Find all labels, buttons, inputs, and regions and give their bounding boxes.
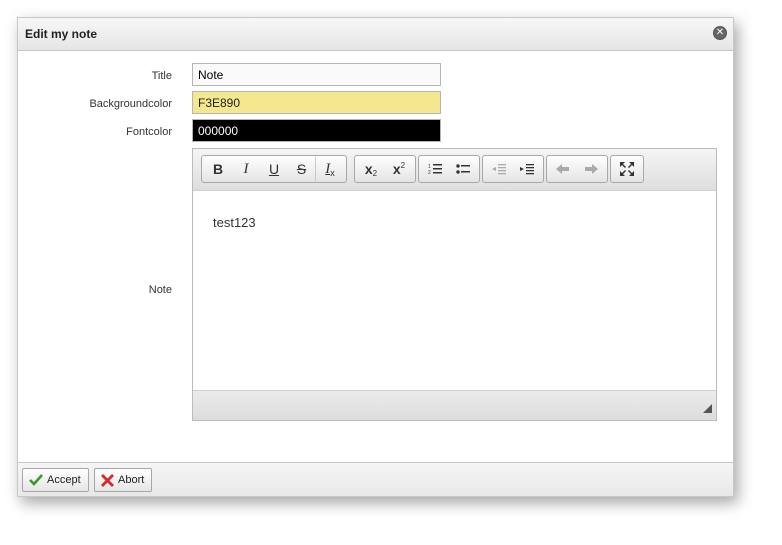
decrease-indent-icon [492,164,506,175]
bulleted-list-icon [456,164,470,174]
abort-button[interactable]: Abort [94,468,153,492]
underline-icon: U [268,161,280,177]
undo-button[interactable] [549,157,577,181]
maximize-button[interactable] [613,157,641,181]
increase-indent-button[interactable] [513,157,541,181]
backgroundcolor-label: Backgroundcolor [89,98,172,110]
superscript-button[interactable]: x2 [385,157,413,181]
subscript-icon: x [364,161,373,177]
editor-content-area[interactable]: test123 [193,191,716,391]
script-group: x2 x2 [354,155,416,183]
abort-label: Abort [118,474,145,486]
editor-bottom-bar [193,390,716,420]
list-group: 1 2 [418,155,480,183]
rich-text-editor: B I U S Ix x2 x2 1 2 test123 [192,148,717,421]
italic-icon: I [243,160,249,177]
editor-toolbar: B I U S Ix x2 x2 1 2 [193,149,716,191]
fontcolor-label: Fontcolor [126,126,172,138]
cross-icon [101,473,114,487]
title-input[interactable] [192,63,441,86]
dialog-footer: Accept Abort [18,462,733,496]
decrease-indent-button[interactable] [485,157,513,181]
accept-label: Accept [47,474,81,486]
strikethrough-icon: S [296,161,307,177]
history-group [546,155,608,183]
backgroundcolor-input[interactable] [192,91,441,114]
checkmark-icon [29,474,43,486]
dialog-title: Edit my note [25,27,98,41]
maximize-group [610,155,644,183]
subscript-button[interactable]: x2 [357,157,385,181]
redo-icon [585,164,598,174]
svg-text:2: 2 [428,170,431,175]
indent-group [482,155,544,183]
bold-button[interactable]: B [204,157,232,181]
fontcolor-input[interactable] [192,119,441,142]
redo-button[interactable] [577,157,605,181]
accept-button[interactable]: Accept [22,468,89,492]
bulleted-list-button[interactable] [449,157,477,181]
dialog-titlebar: Edit my note ✕ [18,18,733,51]
bold-icon: B [212,161,224,177]
title-label: Title [151,70,172,82]
undo-icon [556,164,569,174]
italic-button[interactable]: I [232,157,260,181]
edit-note-dialog: Edit my note ✕ Title Backgroundcolor Fon… [17,17,734,497]
note-content: test123 [213,215,256,230]
underline-button[interactable]: U [260,157,288,181]
superscript-icon: x [392,161,401,177]
resize-handle-icon[interactable] [703,404,712,413]
remove-format-button[interactable]: Ix [316,157,344,181]
increase-indent-icon [520,164,534,175]
strikethrough-button[interactable]: S [288,157,316,181]
note-label: Note [148,284,172,296]
basic-styles-group: B I U S Ix [201,155,347,183]
numbered-list-icon: 1 2 [428,164,442,175]
maximize-icon [620,162,634,176]
numbered-list-button[interactable]: 1 2 [421,157,449,181]
close-icon[interactable]: ✕ [713,26,727,40]
